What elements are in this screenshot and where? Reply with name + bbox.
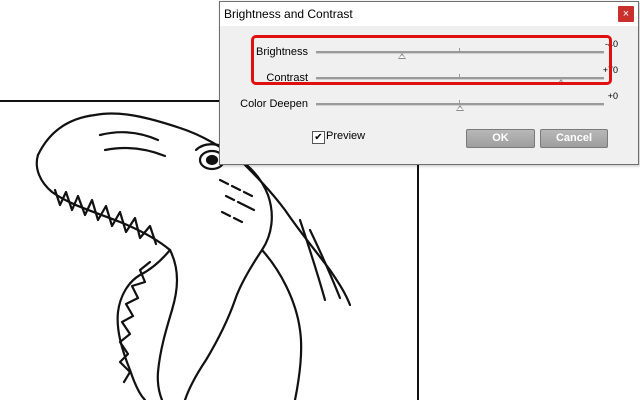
highlight-box [251, 35, 612, 85]
brightness-contrast-dialog: Brightness and Contrast × Brightness -40… [219, 1, 639, 165]
color-deepen-label: Color Deepen [240, 98, 308, 110]
close-icon: × [622, 8, 630, 20]
color-deepen-slider-thumb[interactable] [456, 105, 464, 111]
color-deepen-value: +0 [607, 91, 618, 101]
preview-checkbox[interactable]: ✔ [312, 131, 325, 144]
ok-button[interactable]: OK [466, 129, 535, 148]
dialog-title: Brightness and Contrast [224, 7, 353, 21]
checkmark-icon: ✔ [314, 132, 323, 143]
close-button[interactable]: × [618, 6, 634, 22]
preview-label: Preview [326, 130, 366, 142]
color-deepen-row: Color Deepen +0 [220, 90, 638, 114]
cancel-button[interactable]: Cancel [540, 129, 608, 148]
color-deepen-center-tick [459, 100, 460, 104]
dialog-titlebar[interactable]: Brightness and Contrast × [220, 2, 638, 26]
